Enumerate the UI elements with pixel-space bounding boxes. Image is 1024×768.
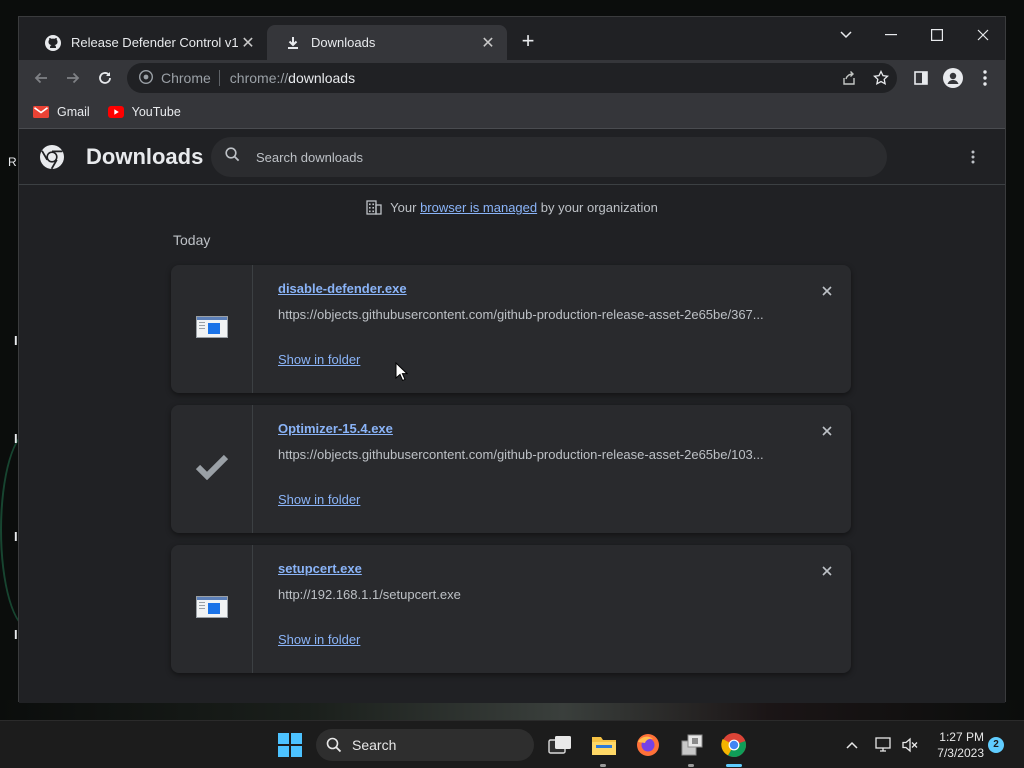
remove-download-icon[interactable] — [817, 421, 837, 441]
address-bar[interactable]: Chrome chrome:// downloads — [127, 63, 897, 93]
windows-start-icon[interactable] — [278, 733, 302, 757]
checkmark-icon — [195, 454, 229, 485]
share-icon[interactable] — [837, 66, 861, 90]
managed-suffix: by your organization — [540, 199, 658, 215]
search-icon — [326, 737, 342, 753]
side-panel-icon[interactable] — [909, 66, 933, 90]
running-indicator — [600, 764, 606, 767]
file-explorer-icon[interactable] — [590, 731, 618, 759]
new-tab-button[interactable]: + — [517, 30, 539, 53]
page-title: Downloads — [86, 144, 204, 169]
tab-strip: Release Defender Control v1.5 · g ✕ Down… — [19, 17, 1005, 60]
close-tab-icon[interactable]: ✕ — [239, 33, 257, 53]
download-item: disable-defender.exe https://objects.git… — [171, 265, 851, 393]
kebab-menu-icon[interactable] — [973, 66, 997, 90]
url-host: downloads — [288, 70, 356, 86]
bookmark-label: YouTube — [131, 105, 181, 119]
gmail-icon — [33, 106, 49, 118]
running-indicator — [688, 764, 694, 767]
download-source-url[interactable]: https://objects.githubusercontent.com/gi… — [278, 447, 778, 462]
downloads-header: Downloads — [19, 129, 1005, 185]
date-section-header: Today — [173, 232, 211, 248]
close-window-button[interactable] — [961, 21, 1005, 49]
remove-download-icon[interactable] — [817, 281, 837, 301]
youtube-icon — [107, 106, 124, 118]
exe-file-icon — [195, 595, 228, 623]
search-downloads-input[interactable] — [256, 149, 887, 165]
download-item: Optimizer-15.4.exe https://objects.githu… — [171, 405, 851, 533]
show-in-folder-link[interactable]: Show in folder — [278, 352, 360, 367]
task-view-icon[interactable] — [546, 731, 574, 759]
remove-download-icon[interactable] — [817, 561, 837, 581]
taskbar-search-box[interactable]: Search — [316, 729, 534, 761]
downloads-more-menu-icon[interactable] — [963, 147, 983, 167]
desktop-icon-label: R — [8, 155, 17, 169]
tab-release-defender-control[interactable]: Release Defender Control v1.5 · g ✕ — [27, 25, 267, 60]
download-source-url[interactable]: https://objects.githubusercontent.com/gi… — [278, 307, 778, 322]
tab-downloads[interactable]: Downloads ✕ — [267, 25, 507, 60]
clock-time: 1:27 PM — [939, 730, 984, 744]
volume-muted-icon[interactable] — [900, 735, 920, 755]
chrome-site-icon — [138, 69, 154, 87]
bookmark-label: Gmail — [57, 105, 90, 119]
url-scheme: chrome:// — [229, 70, 289, 86]
file-icon-column — [171, 405, 253, 533]
active-app-indicator — [726, 764, 742, 767]
bookmark-gmail[interactable]: Gmail — [33, 105, 90, 119]
minimize-button[interactable] — [869, 21, 913, 49]
download-icon — [285, 35, 301, 51]
chrome-taskbar-icon[interactable] — [720, 731, 748, 759]
forward-button[interactable] — [61, 66, 85, 90]
network-icon[interactable] — [874, 735, 894, 755]
bookmark-youtube[interactable]: YouTube — [107, 105, 181, 119]
tab-search-chevron-icon[interactable] — [824, 21, 868, 49]
download-filename-link[interactable]: disable-defender.exe — [278, 281, 407, 296]
exe-file-icon — [195, 315, 228, 343]
github-icon — [45, 34, 61, 51]
tab-title: Release Defender Control v1.5 · g — [71, 35, 239, 50]
search-icon — [225, 147, 240, 167]
file-icon-column — [171, 545, 253, 673]
download-filename-link[interactable]: setupcert.exe — [278, 561, 362, 576]
firefox-icon[interactable] — [634, 731, 662, 759]
close-tab-icon[interactable]: ✕ — [479, 33, 497, 53]
tab-title: Downloads — [311, 35, 376, 50]
notification-badge[interactable]: 2 — [988, 737, 1004, 753]
clock-date: 7/3/2023 — [937, 746, 984, 760]
managed-prefix: Your — [390, 199, 417, 215]
back-button[interactable] — [29, 66, 53, 90]
search-downloads-box[interactable] — [211, 137, 887, 177]
installer-app-icon[interactable] — [678, 731, 706, 759]
taskbar-clock[interactable]: 1:27 PM 7/3/2023 — [930, 729, 984, 761]
site-chip: Chrome — [161, 70, 220, 86]
browser-window: Release Defender Control v1.5 · g ✕ Down… — [18, 16, 1006, 703]
taskbar-search-label: Search — [352, 737, 397, 753]
download-source-url[interactable]: http://192.168.1.1/setupcert.exe — [278, 587, 778, 602]
mouse-cursor-icon — [395, 361, 409, 387]
managed-notice: Your browser is managed by your organiza… — [19, 199, 1005, 218]
bookmark-star-icon[interactable] — [869, 66, 893, 90]
download-item: setupcert.exe http://192.168.1.1/setupce… — [171, 545, 851, 673]
chrome-logo-icon — [39, 144, 65, 170]
taskbar: Search 1:27 PM 7/3/2023 2 — [0, 720, 1024, 768]
browser-managed-link[interactable]: browser is managed — [420, 200, 537, 215]
reload-button[interactable] — [93, 66, 117, 90]
show-in-folder-link[interactable]: Show in folder — [278, 492, 360, 507]
file-icon-column — [171, 265, 253, 393]
browser-toolbar: Chrome chrome:// downloads — [19, 60, 1005, 96]
profile-avatar[interactable] — [941, 66, 965, 90]
bookmarks-bar: Gmail YouTube — [19, 96, 1005, 128]
downloads-page: Downloads Your browser is managed by you… — [19, 128, 1005, 703]
download-filename-link[interactable]: Optimizer-15.4.exe — [278, 421, 393, 436]
building-icon — [366, 199, 382, 218]
maximize-button[interactable] — [915, 21, 959, 49]
wallpaper-strip — [0, 700, 1024, 720]
show-in-folder-link[interactable]: Show in folder — [278, 632, 360, 647]
chevron-up-icon[interactable] — [842, 735, 862, 755]
